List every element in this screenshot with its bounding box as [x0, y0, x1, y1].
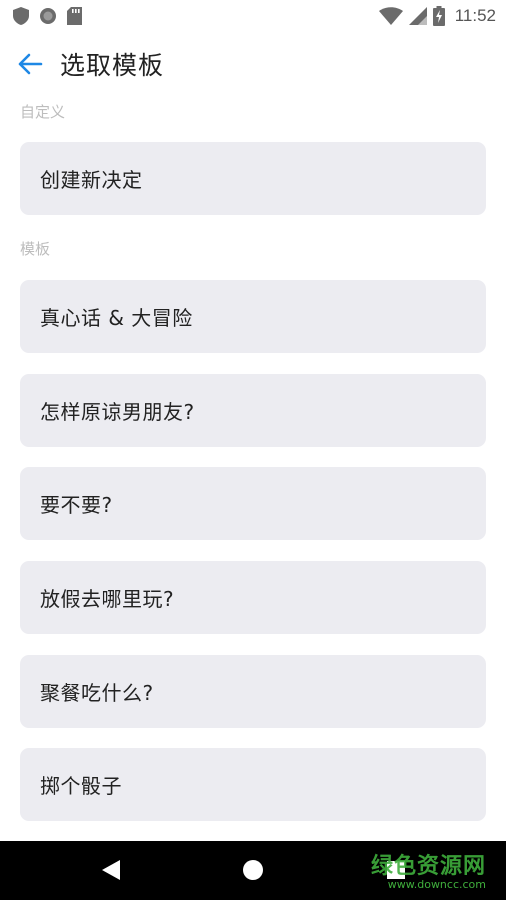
nav-home-button[interactable] — [238, 855, 268, 885]
arrow-left-icon — [17, 53, 43, 75]
status-time: 11:52 — [454, 6, 496, 25]
card-label: 真心话 & 大冒险 — [40, 306, 193, 330]
section-label-templates: 模板 — [20, 240, 51, 258]
watermark: 绿色资源网 www.downcc.com — [371, 848, 486, 891]
template-card[interactable]: 聚餐吃什么? — [20, 655, 486, 728]
template-card[interactable]: 真心话 & 大冒险 — [20, 280, 486, 353]
back-button[interactable] — [2, 36, 58, 92]
status-left-icons — [13, 7, 82, 25]
circle-icon — [39, 7, 57, 25]
card-label: 怎样原谅男朋友? — [40, 400, 195, 424]
section-label-custom: 自定义 — [20, 103, 66, 121]
screen: 11:52 选取模板 自定义 创建新决定 模板 真心话 & 大冒险 怎样原谅男朋… — [0, 0, 506, 900]
template-card[interactable]: 掷个骰子 — [20, 748, 486, 821]
card-label: 放假去哪里玩? — [40, 587, 175, 611]
template-card[interactable]: 怎样原谅男朋友? — [20, 374, 486, 447]
watermark-main: 绿色资源网 — [370, 854, 486, 879]
signal-icon — [408, 7, 427, 25]
page-title: 选取模板 — [60, 51, 165, 80]
template-card[interactable]: 放假去哪里玩? — [20, 561, 486, 634]
shield-icon — [13, 7, 29, 25]
card-label: 要不要? — [40, 493, 113, 517]
status-right-icons: 11:52 — [378, 6, 496, 26]
template-card[interactable]: 要不要? — [20, 467, 486, 540]
app-bar: 选取模板 — [0, 32, 506, 96]
card-label: 掷个骰子 — [40, 774, 122, 798]
status-bar: 11:52 — [0, 0, 506, 32]
nav-back-button[interactable] — [96, 855, 126, 885]
battery-charging-icon — [432, 6, 445, 26]
create-new-decision-card[interactable]: 创建新决定 — [20, 142, 486, 215]
card-label: 创建新决定 — [40, 168, 143, 192]
card-label: 聚餐吃什么? — [40, 681, 154, 705]
home-circle-icon — [243, 860, 263, 880]
back-triangle-icon — [102, 860, 120, 880]
wifi-icon — [378, 7, 403, 25]
sd-card-icon — [67, 7, 82, 25]
